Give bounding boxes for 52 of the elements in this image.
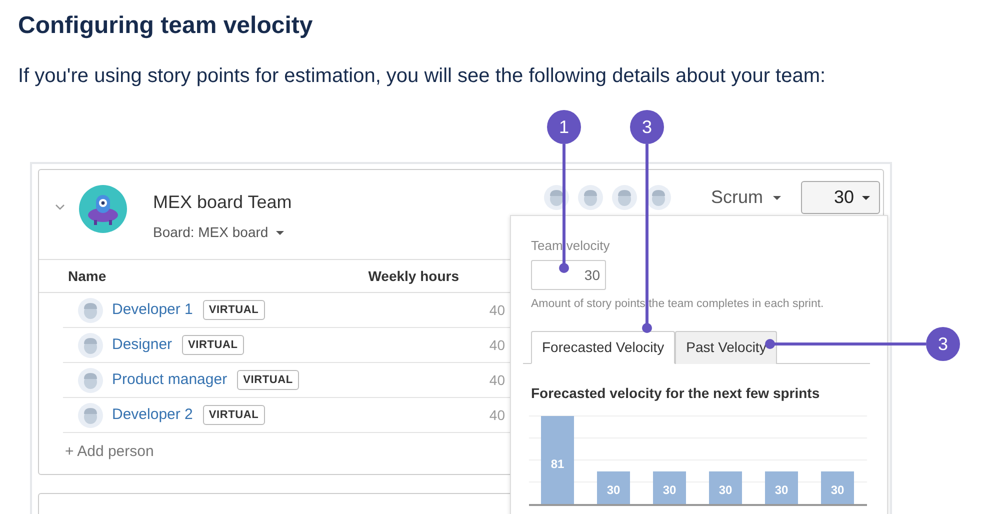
team-avatar-icon <box>79 185 127 233</box>
column-header: Name <box>68 266 106 286</box>
help-text: Amount of story points the team completes in each sprint. <box>531 296 825 312</box>
virtual-tag: VIRTUAL <box>202 300 265 320</box>
method-dropdown[interactable]: Scrum <box>710 184 781 211</box>
user-avatar-icon <box>578 185 603 210</box>
weekly-hours: 40 <box>489 336 505 354</box>
callout-badge: 3 <box>630 110 664 144</box>
weekly-hours: 40 <box>489 370 505 390</box>
user-avatar-icon <box>78 368 103 392</box>
caret-icon[interactable] <box>276 230 284 234</box>
user-avatar-icon <box>78 402 103 428</box>
team-name: MEX board Team <box>153 191 292 213</box>
user-avatar-icon <box>646 185 671 210</box>
velocity-tab[interactable]: Past Velocity <box>675 330 778 364</box>
board-selector[interactable]: Board: MEX board <box>153 222 268 243</box>
bar <box>821 471 854 504</box>
callout-badge: 3 <box>926 327 960 361</box>
bar <box>765 471 798 504</box>
chart-title: Forecasted velocity for the next few sprints <box>531 384 821 403</box>
weekly-hours: 40 <box>489 300 505 320</box>
callout-badge: 1 <box>547 110 581 144</box>
member-name-link[interactable]: Product manager <box>112 368 228 392</box>
member-name-link[interactable]: Designer <box>112 334 172 356</box>
bar-value-label: 30 <box>718 482 732 497</box>
bar-value-label: 81 <box>550 456 564 471</box>
chevron-icon[interactable] <box>55 203 65 211</box>
user-avatar-icon <box>544 185 569 210</box>
member-name-link[interactable]: Developer 1 <box>112 298 193 322</box>
velocity-tab[interactable]: Forecasted Velocity <box>531 330 676 364</box>
bar-value-label: 30 <box>774 482 788 497</box>
velocity-dropdown[interactable]: 30 <box>801 181 880 214</box>
bar-value-label: 30 <box>662 482 676 497</box>
bar <box>597 471 630 504</box>
bar-value-label: 30 <box>830 482 844 497</box>
virtual-tag: VIRTUAL <box>202 404 265 426</box>
velocity-input[interactable]: 30 <box>531 260 606 290</box>
field-label: Team velocity <box>531 237 611 255</box>
member-name-link[interactable]: Developer 2 <box>112 404 193 426</box>
add-person-link[interactable]: + Add person <box>65 443 154 460</box>
user-avatar-icon <box>78 298 103 322</box>
intro-text: If you're using story points for estimation, you will see the following details about your team: <box>18 64 827 89</box>
user-avatar-icon <box>78 332 103 358</box>
bar <box>709 471 742 504</box>
column-header: Weekly hours <box>368 266 459 286</box>
heading: Configuring team velocity <box>18 11 314 41</box>
weekly-hours: 40 <box>489 406 505 424</box>
user-avatar-icon <box>612 185 637 210</box>
bar <box>653 471 686 504</box>
virtual-tag: VIRTUAL <box>182 334 244 356</box>
virtual-tag: VIRTUAL <box>237 370 299 390</box>
bar-value-label: 30 <box>606 482 620 497</box>
